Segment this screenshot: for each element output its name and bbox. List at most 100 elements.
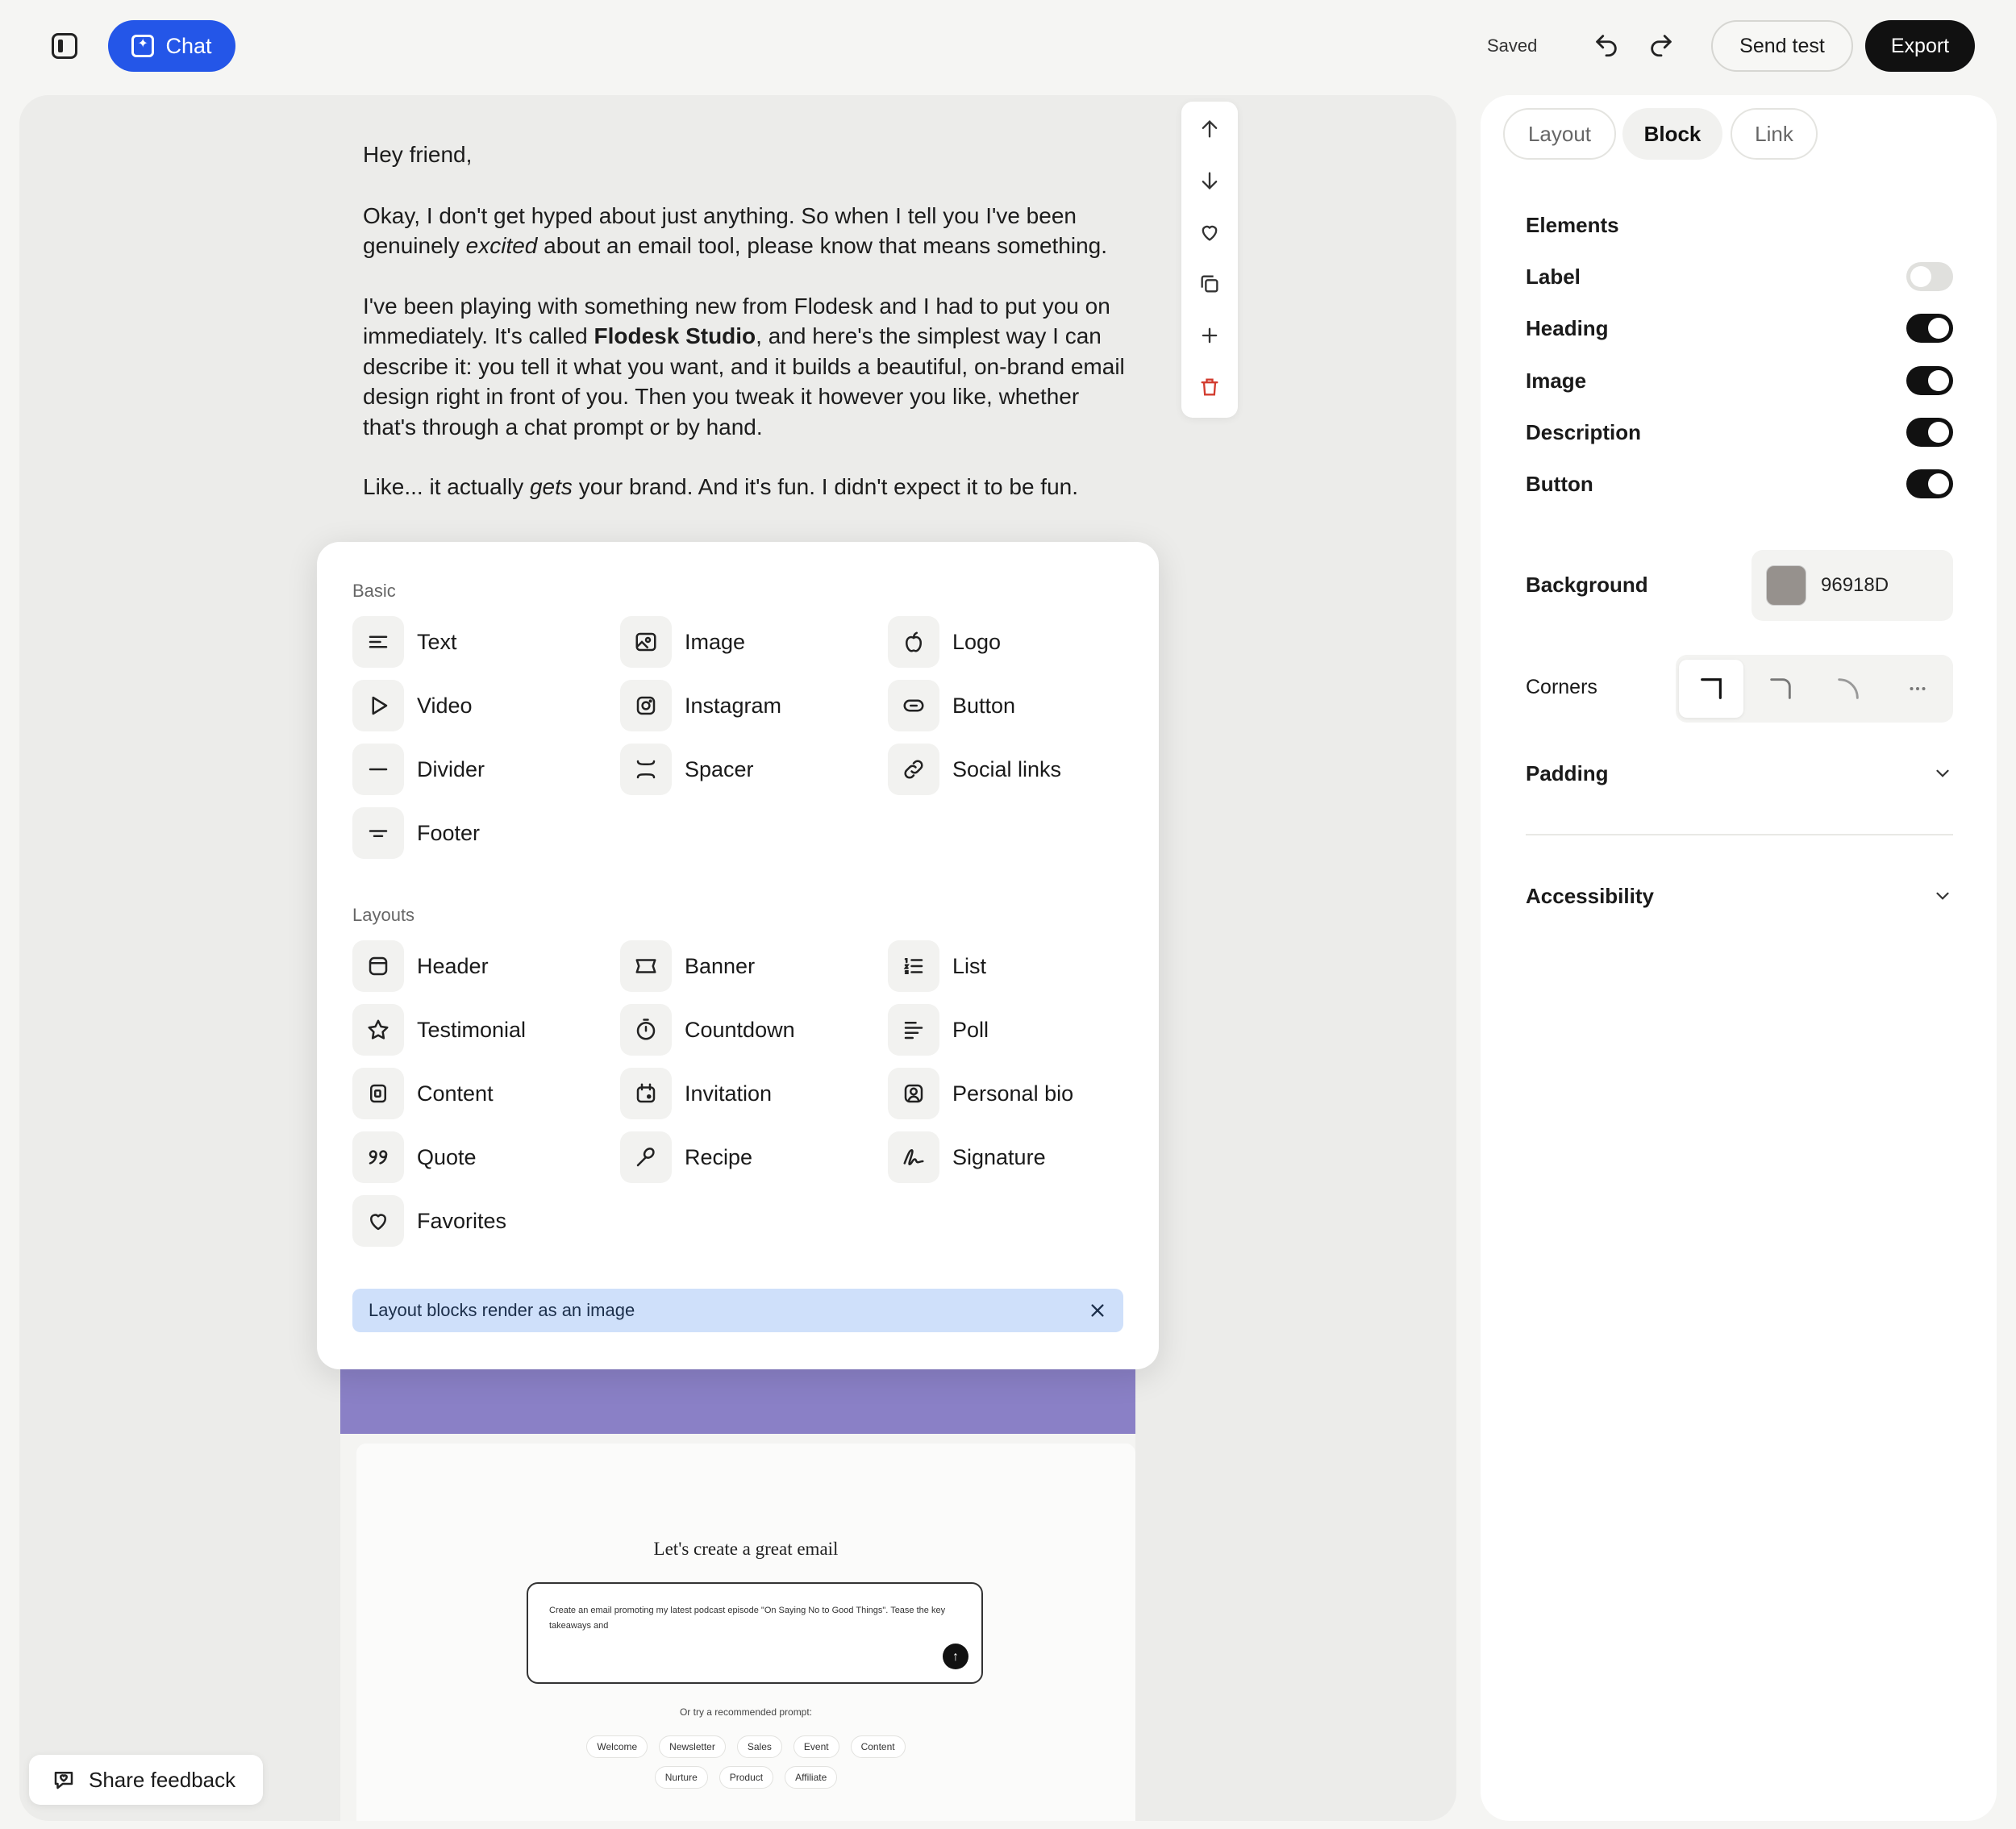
person-icon xyxy=(888,1068,939,1119)
picker-section-basic: Basic xyxy=(352,581,396,601)
arrow-down-icon xyxy=(1202,172,1218,190)
block-option-image[interactable]: Image xyxy=(620,616,745,668)
block-option-personal-bio[interactable]: Personal bio xyxy=(888,1068,1073,1119)
block-option-video[interactable]: Video xyxy=(352,680,473,731)
padding-accordion[interactable]: Padding xyxy=(1526,753,1953,794)
block-option-button[interactable]: Button xyxy=(888,680,1015,731)
image-icon xyxy=(620,616,672,668)
block-option-invitation[interactable]: Invitation xyxy=(620,1068,772,1119)
block-option-spacer[interactable]: Spacer xyxy=(620,744,754,795)
toggle-row-description: Description xyxy=(1526,415,1953,450)
block-option-social-links[interactable]: Social links xyxy=(888,744,1061,795)
corner-round-button[interactable] xyxy=(1816,660,1881,718)
block-option-banner[interactable]: Banner xyxy=(620,940,755,992)
email-body-text[interactable]: Hey friend, Okay, I don't get hyped abou… xyxy=(363,140,1137,532)
header-icon xyxy=(352,940,404,992)
play-icon xyxy=(352,680,404,731)
sidebar-toggle-icon[interactable] xyxy=(52,33,77,59)
toggle-row-image: Image xyxy=(1526,363,1953,398)
round-corner-icon xyxy=(1838,678,1859,699)
block-option-countdown[interactable]: Countdown xyxy=(620,1004,795,1056)
favorite-button[interactable] xyxy=(1193,216,1226,248)
block-option-instagram[interactable]: Instagram xyxy=(620,680,781,731)
send-test-button[interactable]: Send test xyxy=(1711,20,1853,72)
arrow-up-icon: ↑ xyxy=(943,1644,968,1669)
preview-title: Let's create a great email xyxy=(653,1539,839,1559)
chat-button[interactable]: Chat xyxy=(108,20,235,72)
block-option-favorites[interactable]: Favorites xyxy=(352,1195,506,1247)
redo-icon xyxy=(1651,35,1672,57)
panel-divider xyxy=(1526,834,1953,835)
email-banner-strip xyxy=(340,1369,1135,1434)
background-label: Background xyxy=(1526,573,1648,597)
block-option-list[interactable]: List xyxy=(888,940,986,992)
image-toggle[interactable] xyxy=(1906,366,1953,395)
apple-logo-icon xyxy=(888,616,939,668)
email-image-block[interactable]: Let's create a great email Create an ema… xyxy=(340,1434,1135,1821)
notice-close-button[interactable] xyxy=(1086,1299,1109,1322)
block-option-divider[interactable]: Divider xyxy=(352,744,485,795)
picker-section-layouts: Layouts xyxy=(352,905,415,925)
accessibility-accordion[interactable]: Accessibility xyxy=(1526,876,1953,916)
color-swatch xyxy=(1766,565,1806,606)
block-option-poll[interactable]: Poll xyxy=(888,1004,989,1056)
label-toggle[interactable] xyxy=(1906,262,1953,291)
block-option-logo[interactable]: Logo xyxy=(888,616,1001,668)
description-toggle[interactable] xyxy=(1906,418,1953,447)
button-toggle[interactable] xyxy=(1906,469,1953,498)
heading-toggle[interactable] xyxy=(1906,314,1953,343)
block-option-testimonial[interactable]: Testimonial xyxy=(352,1004,526,1056)
trash-icon xyxy=(1201,378,1218,396)
email-paragraph-1: Okay, I don't get hyped about just anyth… xyxy=(363,202,1108,259)
divider-icon xyxy=(352,744,404,795)
preview-prompt-text: Create an email promoting my latest podc… xyxy=(549,1606,946,1631)
block-option-signature[interactable]: Signature xyxy=(888,1131,1046,1183)
corner-more-button[interactable] xyxy=(1885,660,1950,718)
tab-link[interactable]: Link xyxy=(1731,108,1818,160)
move-down-button[interactable] xyxy=(1193,165,1226,197)
more-dots-icon xyxy=(1910,687,1926,690)
link-icon xyxy=(888,744,939,795)
redo-button[interactable] xyxy=(1645,29,1677,61)
export-button[interactable]: Export xyxy=(1865,20,1975,72)
tab-layout[interactable]: Layout xyxy=(1503,108,1616,160)
toggle-row-button: Button xyxy=(1526,466,1953,502)
share-feedback-label: Share feedback xyxy=(89,1767,236,1792)
content-icon xyxy=(352,1068,404,1119)
chevron-down-icon xyxy=(1936,769,1949,777)
feedback-heart-icon xyxy=(54,1772,73,1789)
block-action-toolbar xyxy=(1181,102,1238,418)
block-option-text[interactable]: Text xyxy=(352,616,457,668)
preview-chip-row: Welcome Newsletter Sales Event Content xyxy=(356,1735,1135,1758)
background-color-picker[interactable]: 96918D xyxy=(1752,550,1953,621)
block-option-content[interactable]: Content xyxy=(352,1068,494,1119)
delete-block-button[interactable] xyxy=(1193,371,1226,403)
background-hex-value: 96918D xyxy=(1821,574,1889,596)
block-picker-popup: Basic Text Image Logo Video Instagram Bu… xyxy=(317,542,1159,1369)
save-status: Saved xyxy=(1487,35,1538,56)
timer-icon xyxy=(620,1004,672,1056)
instagram-icon xyxy=(620,680,672,731)
duplicate-button[interactable] xyxy=(1193,268,1226,300)
corner-rounded-button[interactable] xyxy=(1748,660,1813,718)
toggle-row-heading: Heading xyxy=(1526,310,1953,346)
button-icon xyxy=(888,680,939,731)
add-block-button[interactable] xyxy=(1193,319,1226,352)
share-feedback-button[interactable]: Share feedback xyxy=(29,1755,263,1805)
arrow-up-icon xyxy=(1202,120,1218,138)
chat-button-label: Chat xyxy=(165,33,212,58)
block-option-header[interactable]: Header xyxy=(352,940,489,992)
copy-icon xyxy=(1201,275,1218,293)
block-option-recipe[interactable]: Recipe xyxy=(620,1131,752,1183)
undo-button[interactable] xyxy=(1590,29,1622,61)
tab-block[interactable]: Block xyxy=(1622,108,1722,160)
signature-icon xyxy=(888,1131,939,1183)
preview-chip: Product xyxy=(719,1766,774,1789)
block-option-quote[interactable]: Quote xyxy=(352,1131,477,1183)
block-option-footer[interactable]: Footer xyxy=(352,807,480,859)
move-up-button[interactable] xyxy=(1193,113,1226,145)
footer-icon xyxy=(352,807,404,859)
heart-icon xyxy=(1202,225,1218,241)
corner-square-button[interactable] xyxy=(1679,660,1743,718)
email-greeting: Hey friend, xyxy=(363,142,473,167)
